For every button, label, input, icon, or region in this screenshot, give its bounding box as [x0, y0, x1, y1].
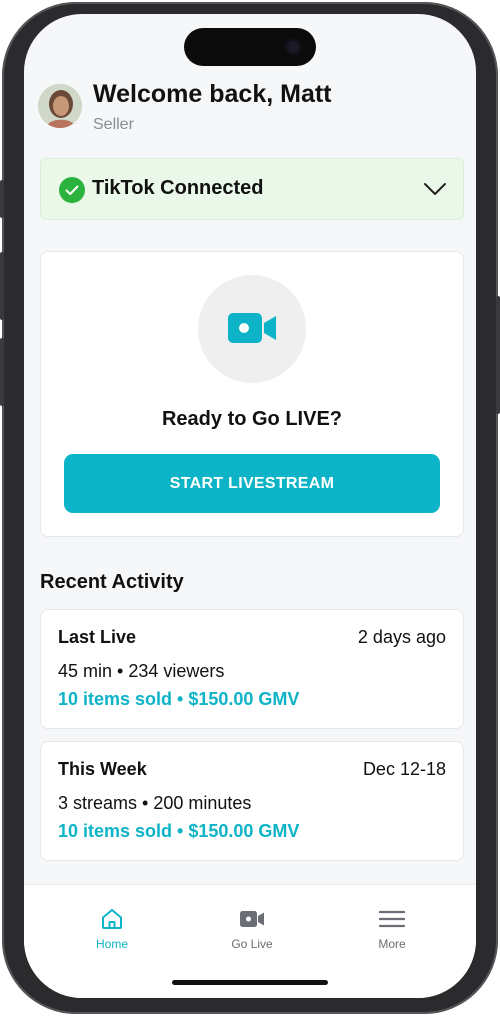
tiktok-connection-banner[interactable]: TikTok Connected	[40, 158, 464, 220]
connection-status-label: TikTok Connected	[92, 177, 264, 199]
activity-sales: 10 items sold • $150.00 GMV	[58, 689, 300, 709]
dynamic-island	[184, 28, 316, 66]
activity-stats: 3 streams • 200 minutes	[58, 793, 252, 813]
go-live-card: Ready to Go LIVE? START LIVESTREAM	[40, 251, 464, 537]
activity-stats: 45 min • 234 viewers	[58, 661, 225, 681]
app-screen: Welcome back, Matt Seller TikTok Connect…	[24, 14, 476, 998]
avatar[interactable]	[38, 84, 82, 128]
home-indicator[interactable]	[172, 980, 328, 985]
action-button	[0, 180, 4, 218]
user-role: Seller	[93, 116, 134, 133]
activity-date: 2 days ago	[357, 627, 446, 647]
front-camera-icon	[284, 38, 302, 56]
activity-title: Last Live	[58, 627, 137, 647]
home-icon	[102, 909, 122, 929]
video-camera-icon	[240, 911, 264, 927]
go-live-title: Ready to Go LIVE?	[161, 408, 343, 430]
activity-card-this-week[interactable]: This Week Dec 12-18 3 streams • 200 minu…	[40, 741, 464, 861]
tab-go-live[interactable]: Go Live	[202, 907, 302, 951]
tab-more-label: More	[378, 937, 406, 951]
chevron-down-icon[interactable]	[423, 181, 447, 197]
tab-more[interactable]: More	[342, 907, 442, 951]
camera-icon-circle	[198, 275, 306, 383]
welcome-heading: Welcome back, Matt	[93, 80, 332, 108]
activity-title: This Week	[58, 759, 147, 779]
activity-date: Dec 12-18	[362, 759, 446, 779]
check-circle-icon	[59, 177, 85, 203]
video-camera-icon	[228, 313, 276, 343]
volume-up-button	[0, 252, 4, 320]
activity-sales: 10 items sold • $150.00 GMV	[58, 821, 300, 841]
tab-home[interactable]: Home	[62, 907, 162, 951]
tab-home-label: Home	[95, 937, 128, 951]
start-livestream-button[interactable]: START LIVESTREAM	[64, 454, 440, 513]
activity-card-last-live[interactable]: Last Live 2 days ago 45 min • 234 viewer…	[40, 609, 464, 729]
volume-down-button	[0, 338, 4, 406]
tab-go-live-label: Go Live	[231, 937, 273, 951]
power-button	[496, 296, 500, 414]
recent-activity-heading: Recent Activity	[40, 571, 184, 593]
menu-icon	[379, 910, 405, 928]
